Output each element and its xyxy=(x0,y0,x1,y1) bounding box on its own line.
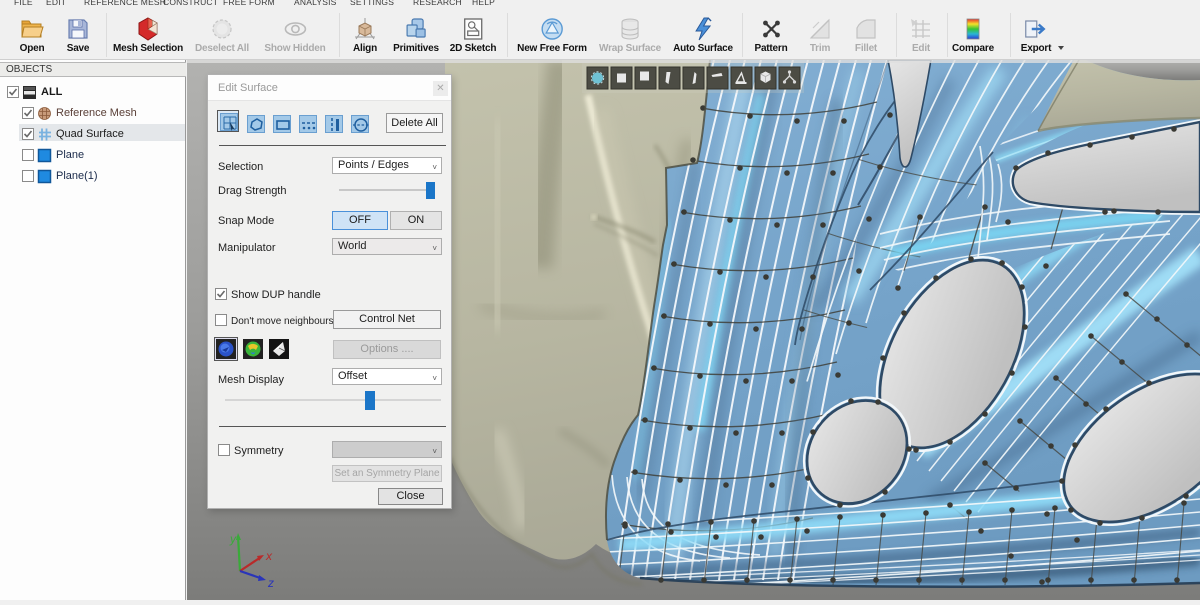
svg-text:y: y xyxy=(229,532,237,546)
svg-text:z: z xyxy=(267,576,274,590)
svg-text:x: x xyxy=(265,549,273,563)
